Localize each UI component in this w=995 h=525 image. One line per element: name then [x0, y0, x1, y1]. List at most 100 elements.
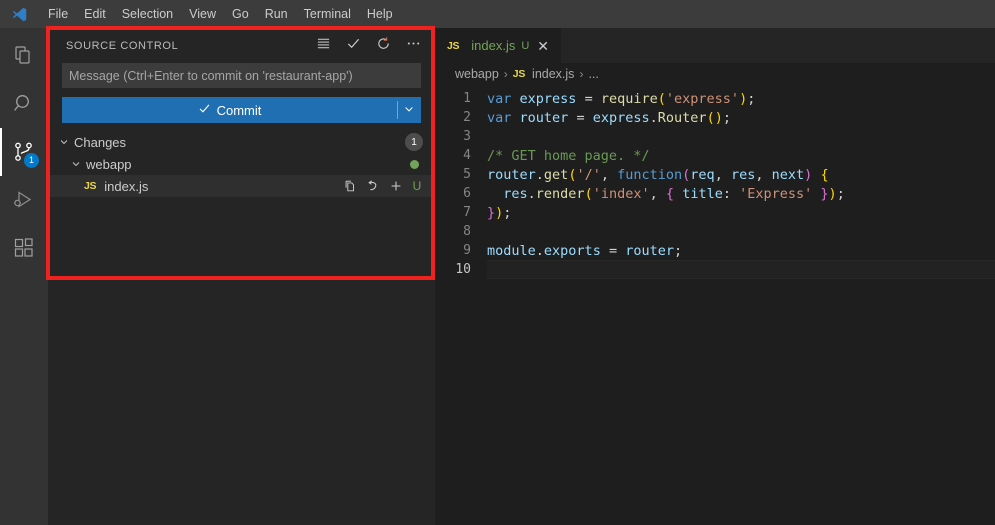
title-bar: File Edit Selection View Go Run Terminal…	[0, 0, 995, 28]
editor-area: JS index.js U ✕ webapp › JS index.js › .…	[435, 28, 995, 525]
sidebar-item-run-debug[interactable]	[0, 176, 48, 224]
check-icon	[198, 102, 211, 118]
sidebar-item-extensions[interactable]	[0, 224, 48, 272]
menu-go[interactable]: Go	[224, 3, 257, 25]
commit-button[interactable]: Commit	[62, 97, 397, 123]
file-row-actions: U	[342, 178, 423, 194]
activity-bar: 1	[0, 28, 48, 525]
source-control-header: SOURCE CONTROL	[48, 28, 435, 63]
tab-label: index.js	[471, 38, 516, 53]
source-control-panel: SOURCE CONTROL Message (Ctrl+Enter to co…	[48, 28, 435, 525]
line-number: 10	[455, 262, 471, 277]
plus-icon[interactable]	[388, 178, 404, 194]
breadcrumb-item-file[interactable]: index.js	[532, 67, 574, 81]
workbench-body: 1 SOURCE CONTROL Message (Ctrl+Enter to …	[0, 28, 995, 525]
commit-button-group: Commit	[62, 97, 421, 123]
commit-dropdown-button[interactable]	[397, 97, 421, 123]
code-line-text: var express = require('express');	[487, 90, 756, 107]
line-number: 2	[463, 110, 471, 125]
code-line-text	[487, 260, 995, 279]
menu-view[interactable]: View	[181, 3, 224, 25]
line-number: 4	[463, 148, 471, 163]
vscode-logo-icon	[6, 4, 32, 24]
js-file-icon: JS	[447, 39, 460, 52]
breadcrumb-separator: ›	[503, 67, 508, 81]
menu-help[interactable]: Help	[359, 3, 401, 25]
menu-file[interactable]: File	[40, 3, 76, 25]
changes-count-badge: 1	[405, 133, 423, 151]
chevron-down-icon	[56, 134, 72, 150]
search-icon	[12, 92, 36, 116]
commit-message-input[interactable]	[62, 63, 421, 88]
code-line: 8	[435, 222, 995, 241]
menu-selection[interactable]: Selection	[114, 3, 181, 25]
breadcrumb-separator: ›	[579, 67, 584, 81]
code-line-text: var router = express.Router();	[487, 109, 731, 126]
editor-tab-bar: JS index.js U ✕	[435, 28, 995, 63]
line-number: 8	[463, 224, 471, 239]
line-number: 5	[463, 167, 471, 182]
code-line: 9 module.exports = router;	[435, 241, 995, 260]
sidebar-item-source-control[interactable]: 1	[0, 128, 48, 176]
changes-tree: Changes 1 webapp JS index.js U	[48, 131, 435, 197]
run-debug-icon	[12, 188, 36, 212]
open-file-icon[interactable]	[342, 178, 358, 194]
chevron-down-icon	[68, 156, 84, 172]
code-editor[interactable]: 1 var express = require('express'); 2 va…	[435, 85, 995, 525]
discard-icon[interactable]	[365, 178, 381, 194]
commit-action-button[interactable]	[343, 36, 363, 56]
folder-label: webapp	[86, 156, 132, 172]
sidebar-item-search[interactable]	[0, 80, 48, 128]
files-icon	[12, 44, 36, 68]
code-line: 3	[435, 127, 995, 146]
file-status-badge: U	[412, 179, 422, 193]
list-icon	[316, 36, 331, 56]
code-line: 4 /* GET home page. */	[435, 146, 995, 165]
tree-group-changes[interactable]: Changes 1	[48, 131, 435, 153]
source-control-body: Commit	[48, 63, 435, 123]
menu-run[interactable]: Run	[257, 3, 296, 25]
commit-button-label: Commit	[216, 102, 262, 118]
panel-title: SOURCE CONTROL	[66, 39, 179, 52]
code-line-text: module.exports = router;	[487, 242, 683, 259]
view-as-list-button[interactable]	[313, 36, 333, 56]
code-line: 5 router.get('/', function(req, res, nex…	[435, 165, 995, 184]
source-control-badge: 1	[24, 153, 39, 168]
menu-bar: File Edit Selection View Go Run Terminal…	[40, 3, 401, 25]
line-number: 3	[463, 129, 471, 144]
extensions-icon	[12, 236, 36, 260]
breadcrumb-item-folder[interactable]: webapp	[455, 67, 499, 81]
tab-index-js[interactable]: JS index.js U ✕	[435, 28, 562, 63]
line-number: 7	[463, 205, 471, 220]
code-line: 1 var express = require('express');	[435, 89, 995, 108]
more-actions-button[interactable]	[403, 36, 423, 56]
changes-group-label: Changes	[74, 134, 127, 150]
check-icon	[346, 36, 361, 56]
code-line-text: res.render('index', { title: 'Express' }…	[503, 185, 845, 202]
code-line-active: 10	[435, 260, 995, 279]
refresh-button[interactable]	[373, 36, 393, 56]
code-line: 7 });	[435, 203, 995, 222]
code-line-text: router.get('/', function(req, res, next)…	[487, 166, 829, 183]
menu-edit[interactable]: Edit	[76, 3, 114, 25]
close-icon[interactable]: ✕	[535, 39, 551, 53]
tree-folder-webapp[interactable]: webapp	[48, 153, 435, 175]
refresh-icon	[376, 36, 391, 56]
breadcrumb-item-symbol[interactable]: ...	[588, 67, 598, 81]
code-line: 2 var router = express.Router();	[435, 108, 995, 127]
panel-actions	[313, 36, 427, 56]
tree-file-index-js[interactable]: JS index.js U	[48, 175, 435, 197]
sidebar-item-explorer[interactable]	[0, 32, 48, 80]
ellipsis-icon	[406, 36, 421, 56]
folder-change-dot	[410, 159, 419, 169]
code-line-text: /* GET home page. */	[487, 147, 650, 164]
js-file-icon: JS	[512, 68, 526, 80]
line-number: 6	[463, 186, 471, 201]
chevron-down-icon	[403, 103, 415, 118]
tab-untracked-marker: U	[521, 39, 530, 52]
breadcrumb: webapp › JS index.js › ...	[435, 63, 995, 85]
line-number: 9	[463, 243, 471, 258]
vscode-window: File Edit Selection View Go Run Terminal…	[0, 0, 995, 525]
tab-bar-filler	[561, 28, 995, 63]
menu-terminal[interactable]: Terminal	[296, 3, 359, 25]
